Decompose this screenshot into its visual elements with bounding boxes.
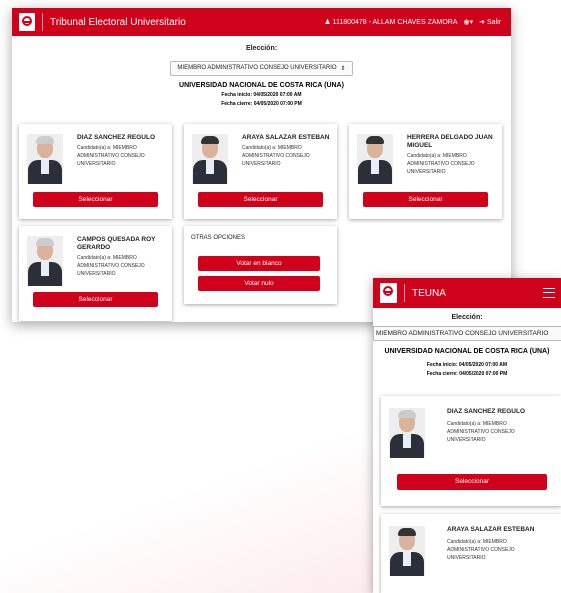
header-separator [404,284,405,302]
candidate-card: DIAZ SANCHEZ REGULO Candidato(a) a: MIEM… [19,124,172,219]
teuna-logo-icon [19,13,35,31]
select-arrows-icon: ⇕ [340,65,346,72]
candidate-role: Candidato(a) a: MIEMBRO ADMINISTRATIVO C… [242,145,310,167]
app-title: Tribunal Electoral Universitario [50,16,186,28]
election-label: Elección: [245,45,278,52]
candidate-card: CAMPOS QUESADA ROY GERARDO Candidato(a) … [19,226,172,321]
election-select-value: MIEMBRO ADMINISTRATIVO CONSEJO UNIVERSIT… [376,330,549,337]
election-label: Elección: [451,314,483,321]
candidate-name: HERRERA DELGADO JUAN MIGUEL [407,134,493,149]
logout-icon: ➜ [479,19,486,26]
other-options-card: OTRAS OPCIONES Votar en blanco Votar nul… [184,226,337,304]
user-menu[interactable]: ♟ 111800478 - ALLAM CHAVES ZAMORA [324,18,457,26]
candidate-name: ARAYA SALAZAR ESTEBAN [447,526,535,533]
candidate-name: DIAZ SANCHEZ REGULO [77,134,155,141]
user-icon: ♟ [324,19,331,26]
null-vote-button[interactable]: Votar nulo [198,276,320,291]
blank-vote-button[interactable]: Votar en blanco [198,256,320,271]
mobile-window: TEUNA Elección: MIEMBRO ADMINISTRATIVO C… [373,278,561,593]
university-name: UNIVERSIDAD NACIONAL DE COSTA RICA (UNA) [384,348,550,355]
logout-link[interactable]: ➜ Salir [479,18,501,26]
select-candidate-button[interactable]: Seleccionar [33,292,158,307]
desktop-window: Tribunal Electoral Universitario ♟ 11180… [12,8,511,322]
university-name: UNIVERSIDAD NACIONAL DE COSTA RICA (UNA) [179,81,344,89]
candidate-card: DIAZ SANCHEZ REGULO Candidato(a) a: MIEM… [381,396,561,506]
start-date: Fecha inicio: 04/05/2020 07:00 AM [221,91,302,98]
candidate-role: Candidato(a) a: MIEMBRO ADMINISTRATIVO C… [77,255,145,277]
end-date: Fecha cierre: 04/05/2020 07:00 PM [221,100,302,107]
candidate-photo [389,526,425,576]
candidate-role: Candidato(a) a: MIEMBRO ADMINISTRATIVO C… [447,421,515,443]
logout-label: Salir [486,19,501,26]
select-candidate-button[interactable]: Seleccionar [198,192,323,207]
user-area: ♟ 111800478 - ALLAM CHAVES ZAMORA ◉▾ ➜ S… [324,18,501,26]
candidate-photo [27,134,63,184]
top-navbar: Tribunal Electoral Universitario ♟ 11180… [12,8,511,36]
election-select[interactable]: MIEMBRO ADMINISTRATIVO CONSEJO UNIVERSIT… [170,60,353,76]
candidate-name: DIAZ SANCHEZ REGULO [447,408,525,415]
candidate-photo [389,408,425,458]
end-date: Fecha cierre: 04/05/2020 07:00 PM [426,371,508,377]
teuna-logo-icon [380,283,397,303]
language-globe-icon[interactable]: ◉▾ [464,18,474,26]
candidate-card: ARAYA SALAZAR ESTEBAN Candidato(a) a: MI… [381,514,561,593]
candidate-photo [357,134,393,184]
select-candidate-button[interactable]: Seleccionar [397,474,547,490]
election-select-value: MIEMBRO ADMINISTRATIVO CONSEJO UNIVERSIT… [177,65,337,71]
candidate-photo [192,134,228,184]
select-candidate-button[interactable]: Seleccionar [363,192,488,207]
other-options-title: OTRAS OPCIONES [191,235,246,241]
candidate-role: Candidato(a) a: MIEMBRO ADMINISTRATIVO C… [447,539,515,561]
election-select[interactable]: MIEMBRO ADMINISTRATIVO CONSEJO UNIVERSIT… [373,326,561,341]
candidate-card: HERRERA DELGADO JUAN MIGUEL Candidato(a)… [349,124,502,219]
header-separator [42,13,43,31]
candidate-name: CAMPOS QUESADA ROY GERARDO [77,236,156,251]
candidate-photo [27,236,63,286]
mobile-navbar: TEUNA [373,278,561,308]
candidate-name: ARAYA SALAZAR ESTEBAN [242,134,330,141]
candidate-card: ARAYA SALAZAR ESTEBAN Candidato(a) a: MI… [184,124,337,219]
candidate-role: Candidato(a) a: MIEMBRO ADMINISTRATIVO C… [77,145,145,167]
candidate-role: Candidato(a) a: MIEMBRO ADMINISTRATIVO C… [407,153,475,175]
select-candidate-button[interactable]: Seleccionar [33,192,158,207]
start-date: Fecha inicio: 04/05/2020 07:00 AM [426,362,508,368]
user-id-label: 111800478 - ALLAM CHAVES ZAMORA [332,19,458,26]
mobile-app-title: TEUNA [412,287,446,299]
hamburger-menu-icon[interactable] [543,288,555,298]
